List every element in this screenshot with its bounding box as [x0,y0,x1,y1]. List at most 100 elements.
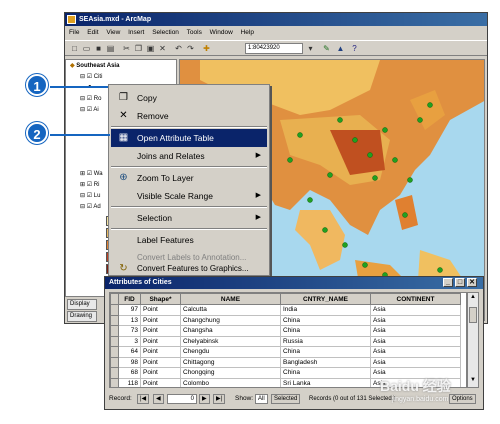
row-selector[interactable] [110,335,119,347]
row-selector[interactable] [110,367,119,379]
scale-dropdown-icon[interactable]: ▾ [305,43,316,54]
cell-country[interactable]: Russia [280,335,371,347]
menu-insert[interactable]: Insert [128,29,144,36]
cell-country[interactable]: China [280,367,371,379]
cell-name[interactable]: Colombo [180,377,281,387]
toc-layer-admin[interactable]: ⊟ ☑ Ad [80,203,101,210]
delete-icon[interactable]: ✕ [157,43,168,54]
cell-name[interactable]: Chongqing [180,367,281,379]
cell-shape[interactable]: Point [140,314,181,326]
cell-name[interactable]: Chittagong [180,356,281,368]
table-row[interactable]: 98 Point Chittagong Bangladesh Asia [110,356,461,368]
col-header-continent[interactable]: CONTINENT [370,293,461,305]
toc-layer-water[interactable]: ⊞ ☑ Wa [80,170,103,177]
cell-fid[interactable]: 64 [118,346,141,358]
whats-this-icon[interactable]: ? [349,43,360,54]
next-record-icon[interactable]: ▶ [199,394,210,404]
scroll-down-icon[interactable]: ▼ [469,377,477,385]
cell-name[interactable]: Chengdu [180,346,281,358]
cell-shape[interactable]: Point [140,325,181,337]
cell-shape[interactable]: Point [140,377,181,387]
row-selector-header[interactable] [110,293,119,305]
menu-item-open-attribute-table[interactable]: ▦ Open Attribute Table [111,129,267,147]
cell-continent[interactable]: Asia [370,304,461,316]
minimize-icon[interactable]: _ [443,278,453,287]
add-data-icon[interactable]: ✚ [201,43,212,54]
tab-drawing[interactable]: Drawing [67,311,97,322]
copy-tool-icon[interactable]: ❐ [133,43,144,54]
menu-item-joins-and-relates[interactable]: Joins and Relates ▶ [111,147,267,165]
menu-selection[interactable]: Selection [152,29,179,36]
cell-country[interactable]: China [280,314,371,326]
last-record-icon[interactable]: ▶| [213,394,226,404]
menu-help[interactable]: Help [241,29,254,36]
toc-layer-landuse[interactable]: ⊟ ☑ Lu [80,192,100,199]
col-header-fid[interactable]: FID [118,293,141,305]
tab-display[interactable]: Display [67,299,97,310]
cell-name[interactable]: Changsha [180,325,281,337]
table-row[interactable]: 64 Point Chengdu China Asia [110,346,461,358]
toc-layer-cities[interactable]: ⊟ ☑ Citi [80,73,102,80]
cell-fid[interactable]: 97 [118,304,141,316]
cell-name[interactable]: Calcutta [180,304,281,316]
row-selector[interactable] [110,304,119,316]
open-folder-icon[interactable]: ▭ [81,43,92,54]
row-selector[interactable] [110,356,119,368]
cell-fid[interactable]: 73 [118,325,141,337]
arctoolbox-icon[interactable]: ▲ [335,43,346,54]
table-vertical-scrollbar[interactable]: ▲ ▼ [467,292,479,388]
row-selector[interactable] [110,325,119,337]
cell-name[interactable]: Changchung [180,314,281,326]
menu-item-visible-scale-range[interactable]: Visible Scale Range ▶ [111,187,267,205]
col-header-cntry-name[interactable]: CNTRY_NAME [280,293,371,305]
cell-country[interactable]: Sri Lanka [280,377,371,387]
cell-fid[interactable]: 3 [118,335,141,347]
cell-continent[interactable]: Asia [370,325,461,337]
cell-country[interactable]: China [280,346,371,358]
menu-item-convert-features[interactable]: ↻ Convert Features to Graphics... [111,261,267,277]
cell-shape[interactable]: Point [140,367,181,379]
map-scale-input[interactable]: 1:80423920 [245,43,303,54]
col-header-name[interactable]: NAME [180,293,281,305]
table-row[interactable]: 97 Point Calcutta India Asia [110,304,461,316]
row-selector[interactable] [110,346,119,358]
undo-icon[interactable]: ↶ [173,43,184,54]
cell-name[interactable]: Chelyabinsk [180,335,281,347]
menu-view[interactable]: View [106,29,120,36]
cell-continent[interactable]: Asia [370,335,461,347]
cell-country[interactable]: China [280,325,371,337]
menu-file[interactable]: File [69,29,79,36]
cell-continent[interactable]: Asia [370,356,461,368]
row-selector[interactable] [110,377,119,387]
cell-shape[interactable]: Point [140,335,181,347]
menu-edit[interactable]: Edit [87,29,98,36]
print-icon[interactable]: ▤ [105,43,116,54]
menu-item-selection[interactable]: Selection ▶ [111,209,267,227]
redo-icon[interactable]: ↷ [185,43,196,54]
new-document-icon[interactable]: □ [69,43,80,54]
scroll-thumb[interactable] [469,307,477,323]
menu-window[interactable]: Window [210,29,233,36]
cell-country[interactable]: India [280,304,371,316]
options-button[interactable]: Options [449,394,476,404]
show-selected-button[interactable]: Selected [271,394,301,404]
cell-fid[interactable]: 13 [118,314,141,326]
cut-icon[interactable]: ✂ [121,43,132,54]
cell-shape[interactable]: Point [140,356,181,368]
close-icon[interactable]: ✕ [467,278,477,287]
first-record-icon[interactable]: |◀ [137,394,150,404]
maximize-icon[interactable]: □ [455,278,465,287]
cell-country[interactable]: Bangladesh [280,356,371,368]
editor-toolbar-icon[interactable]: ✎ [321,43,332,54]
cell-continent[interactable]: Asia [370,346,461,358]
row-selector[interactable] [110,314,119,326]
prev-record-icon[interactable]: ◀ [153,394,164,404]
save-icon[interactable]: ■ [93,43,104,54]
menu-item-zoom-to-layer[interactable]: ⊕ Zoom To Layer [111,169,267,187]
cell-fid[interactable]: 98 [118,356,141,368]
cell-fid[interactable]: 68 [118,367,141,379]
cell-shape[interactable]: Point [140,346,181,358]
cell-shape[interactable]: Point [140,304,181,316]
show-all-button[interactable]: All [255,394,268,404]
paste-icon[interactable]: ▣ [145,43,156,54]
